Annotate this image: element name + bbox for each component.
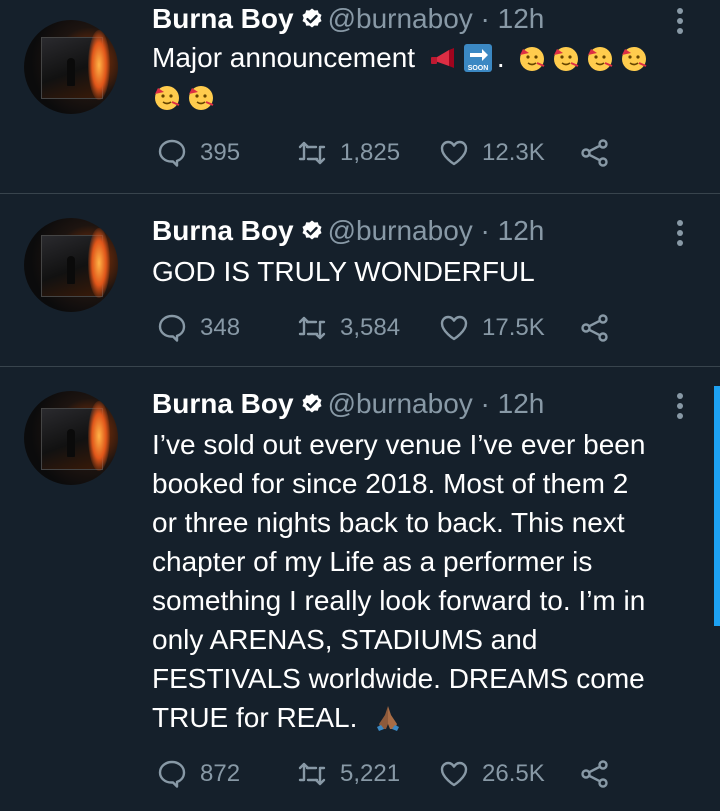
share-icon bbox=[581, 760, 608, 788]
heart-icon bbox=[440, 761, 468, 787]
tweet-text: Major announcement SOON. bbox=[152, 38, 682, 116]
share-icon bbox=[581, 139, 608, 167]
tweet-text-line: or three nights back to back. This next bbox=[152, 507, 625, 538]
partying-face-icon bbox=[189, 86, 214, 110]
tweet-text-line: TRUE for REAL. bbox=[152, 702, 358, 733]
more-options-icon[interactable] bbox=[666, 389, 694, 423]
heart-icon bbox=[440, 140, 468, 166]
retweet-icon bbox=[298, 316, 326, 340]
tweet-header: Burna Boy @burnaboy · 12h bbox=[152, 214, 544, 248]
author-handle[interactable]: @burnaboy bbox=[328, 3, 473, 34]
share-icon bbox=[581, 314, 608, 342]
verified-badge-icon bbox=[302, 8, 322, 28]
avatar[interactable] bbox=[24, 391, 118, 485]
reply-icon bbox=[158, 139, 186, 167]
verified-badge-icon bbox=[302, 393, 322, 413]
heart-icon bbox=[440, 315, 468, 341]
more-options-icon[interactable] bbox=[666, 4, 694, 38]
share-button[interactable] bbox=[578, 133, 610, 173]
reply-count: 348 bbox=[200, 314, 241, 341]
reply-button[interactable]: 872 bbox=[156, 754, 240, 794]
like-count: 12.3K bbox=[482, 139, 545, 166]
tweet-text-line: booked for since 2018. Most of them 2 bbox=[152, 468, 629, 499]
retweet-icon bbox=[298, 141, 326, 165]
megaphone-icon bbox=[430, 48, 454, 68]
tweet-text-line: something I really look forward to. I’m … bbox=[152, 585, 646, 616]
like-button[interactable]: 12.3K bbox=[438, 133, 545, 173]
reply-count: 872 bbox=[200, 760, 241, 787]
share-button[interactable] bbox=[578, 308, 610, 348]
reply-icon bbox=[158, 314, 186, 342]
avatar[interactable] bbox=[24, 20, 118, 114]
folded-hands-icon bbox=[377, 706, 400, 731]
tweet-text-line: I’ve sold out every venue I’ve ever been bbox=[152, 429, 646, 460]
tweet-3[interactable]: Burna Boy @burnaboy · 12h I’ve sold out e… bbox=[0, 367, 720, 811]
like-count: 26.5K bbox=[482, 760, 545, 787]
author-handle[interactable]: @burnaboy bbox=[328, 215, 473, 246]
tweet-text-line: GOD IS TRULY WONDERFUL bbox=[152, 256, 535, 287]
verified-badge-icon bbox=[302, 220, 322, 240]
retweet-button[interactable]: 1,825 bbox=[296, 133, 400, 173]
tweet-header: Burna Boy @burnaboy · 12h bbox=[152, 387, 544, 421]
reply-button[interactable]: 395 bbox=[156, 133, 240, 173]
tweet-text: GOD IS TRULY WONDERFUL bbox=[152, 252, 682, 291]
soon-arrow-icon: SOON bbox=[463, 44, 492, 72]
partying-face-icon bbox=[621, 47, 647, 71]
tweet-time[interactable]: · 12h bbox=[481, 3, 545, 34]
retweet-count: 1,825 bbox=[340, 139, 401, 166]
tweet-text-line: FESTIVALS worldwide. DREAMS come bbox=[152, 663, 645, 694]
reply-button[interactable]: 348 bbox=[156, 308, 240, 348]
partying-face-icon bbox=[553, 47, 579, 71]
tweet-2[interactable]: Burna Boy @burnaboy · 12h GOD IS TRULY WO… bbox=[0, 194, 720, 366]
retweet-count: 5,221 bbox=[340, 760, 401, 787]
tweet-time[interactable]: · 12h bbox=[481, 215, 545, 246]
reply-icon bbox=[158, 760, 186, 788]
like-button[interactable]: 17.5K bbox=[438, 308, 545, 348]
period: . bbox=[496, 42, 505, 73]
tweet-text: I’ve sold out every venue I’ve ever been… bbox=[152, 425, 682, 737]
reply-count: 395 bbox=[200, 139, 241, 166]
tweet-time[interactable]: · 12h bbox=[481, 388, 545, 419]
author-name[interactable]: Burna Boy bbox=[152, 3, 294, 34]
tweet-1[interactable]: Burna Boy @burnaboy · 12h Major announcem… bbox=[0, 0, 720, 193]
partying-face-icon bbox=[587, 47, 613, 71]
retweet-count: 3,584 bbox=[340, 314, 401, 341]
tweet-text-line: Major announcement bbox=[152, 42, 416, 73]
tweet-text-line: chapter of my Life as a performer is bbox=[152, 546, 593, 577]
avatar[interactable] bbox=[24, 218, 118, 312]
tweet-header: Burna Boy @burnaboy · 12h bbox=[152, 2, 544, 36]
author-name[interactable]: Burna Boy bbox=[152, 215, 294, 246]
author-name[interactable]: Burna Boy bbox=[152, 388, 294, 419]
like-button[interactable]: 26.5K bbox=[438, 754, 545, 794]
share-button[interactable] bbox=[578, 754, 610, 794]
partying-face-icon bbox=[519, 47, 545, 71]
soon-label: SOON bbox=[468, 65, 489, 72]
retweet-button[interactable]: 5,221 bbox=[296, 754, 400, 794]
more-options-icon[interactable] bbox=[666, 216, 694, 250]
retweet-button[interactable]: 3,584 bbox=[296, 308, 400, 348]
like-count: 17.5K bbox=[482, 314, 545, 341]
tweet-text-line: only ARENAS, STADIUMS and bbox=[152, 624, 538, 655]
author-handle[interactable]: @burnaboy bbox=[328, 388, 473, 419]
partying-face-icon bbox=[155, 86, 180, 110]
retweet-icon bbox=[298, 762, 326, 786]
